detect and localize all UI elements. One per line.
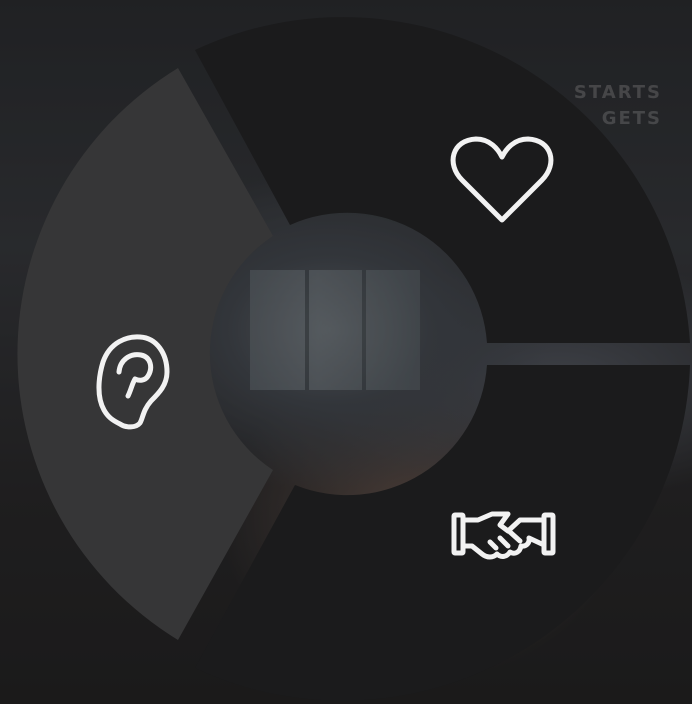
app-screen: STARTS GETS	[0, 0, 692, 704]
radial-segment-agree[interactable]	[195, 365, 690, 701]
radial-segment-love[interactable]	[195, 17, 690, 343]
radial-menu	[17, 17, 690, 701]
